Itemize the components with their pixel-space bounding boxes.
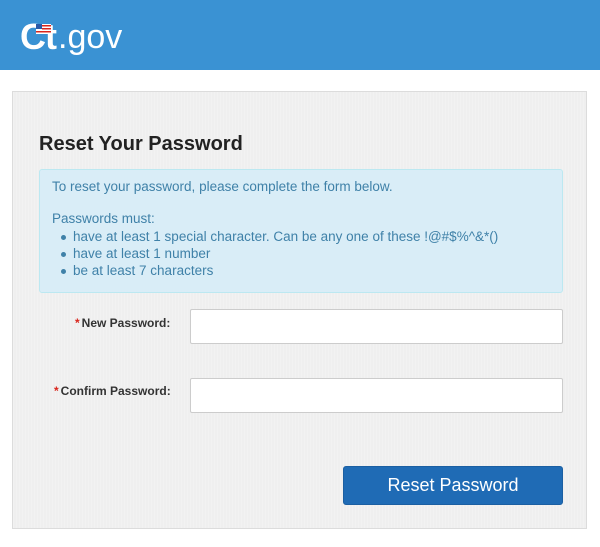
site-header: Ct .gov xyxy=(0,0,600,70)
new-password-input[interactable] xyxy=(190,309,563,344)
reset-password-button[interactable]: Reset Password xyxy=(343,466,563,505)
reset-password-panel: Reset Your Password To reset your passwo… xyxy=(12,91,587,529)
rule-number: have at least 1 number xyxy=(52,245,550,262)
rules-list: have at least 1 special character. Can b… xyxy=(52,228,550,279)
ct-gov-logo[interactable]: Ct .gov xyxy=(20,14,123,57)
info-intro: To reset your password, please complete … xyxy=(52,179,393,194)
new-password-label-text: New Password: xyxy=(81,316,171,330)
page-title: Reset Your Password xyxy=(39,133,243,155)
password-requirements-alert: To reset your password, please complete … xyxy=(39,169,563,293)
logo-gov-text: .gov xyxy=(58,18,123,56)
flag-icon xyxy=(36,24,51,34)
rules-heading: Passwords must: xyxy=(52,211,155,226)
rule-special-character: have at least 1 special character. Can b… xyxy=(52,228,550,245)
confirm-password-label-text: Confirm Password: xyxy=(60,384,171,398)
confirm-password-input[interactable] xyxy=(190,378,563,413)
new-password-label: * New Password: xyxy=(75,316,170,330)
required-marker: * xyxy=(75,316,80,330)
required-marker: * xyxy=(54,384,59,398)
rule-min-length: be at least 7 characters xyxy=(52,262,550,279)
confirm-password-label: * Confirm Password: xyxy=(54,384,171,398)
